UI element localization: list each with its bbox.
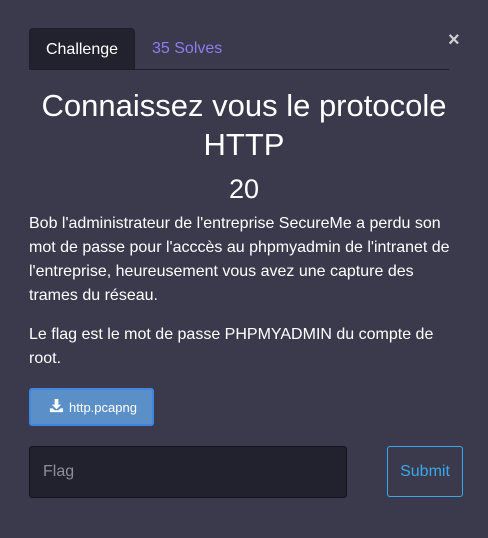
- challenge-value: 20: [228, 174, 260, 204]
- tab-challenge[interactable]: Challenge: [29, 28, 135, 69]
- flag-input[interactable]: [29, 446, 347, 498]
- submit-button[interactable]: Submit: [387, 446, 463, 497]
- challenge-description: Bob l'administrateur de l'entreprise Sec…: [29, 212, 459, 386]
- challenge-modal: × Challenge 35 Solves Connaissez vous le…: [0, 0, 488, 538]
- file-download-button[interactable]: http.pcapng: [29, 388, 154, 426]
- description-paragraph: Le flag est le mot de passe PHPMYADMIN d…: [29, 326, 434, 367]
- download-icon: [49, 398, 69, 416]
- file-name: http.pcapng: [69, 399, 137, 415]
- challenge-title: Connaissez vous le protocole HTTP: [41, 88, 447, 162]
- modal-tabs: Challenge 35 Solves: [29, 28, 449, 70]
- description-paragraph: Bob l'administrateur de l'entreprise Sec…: [29, 215, 450, 304]
- close-icon[interactable]: ×: [448, 30, 460, 50]
- tab-solves[interactable]: 35 Solves: [152, 28, 222, 69]
